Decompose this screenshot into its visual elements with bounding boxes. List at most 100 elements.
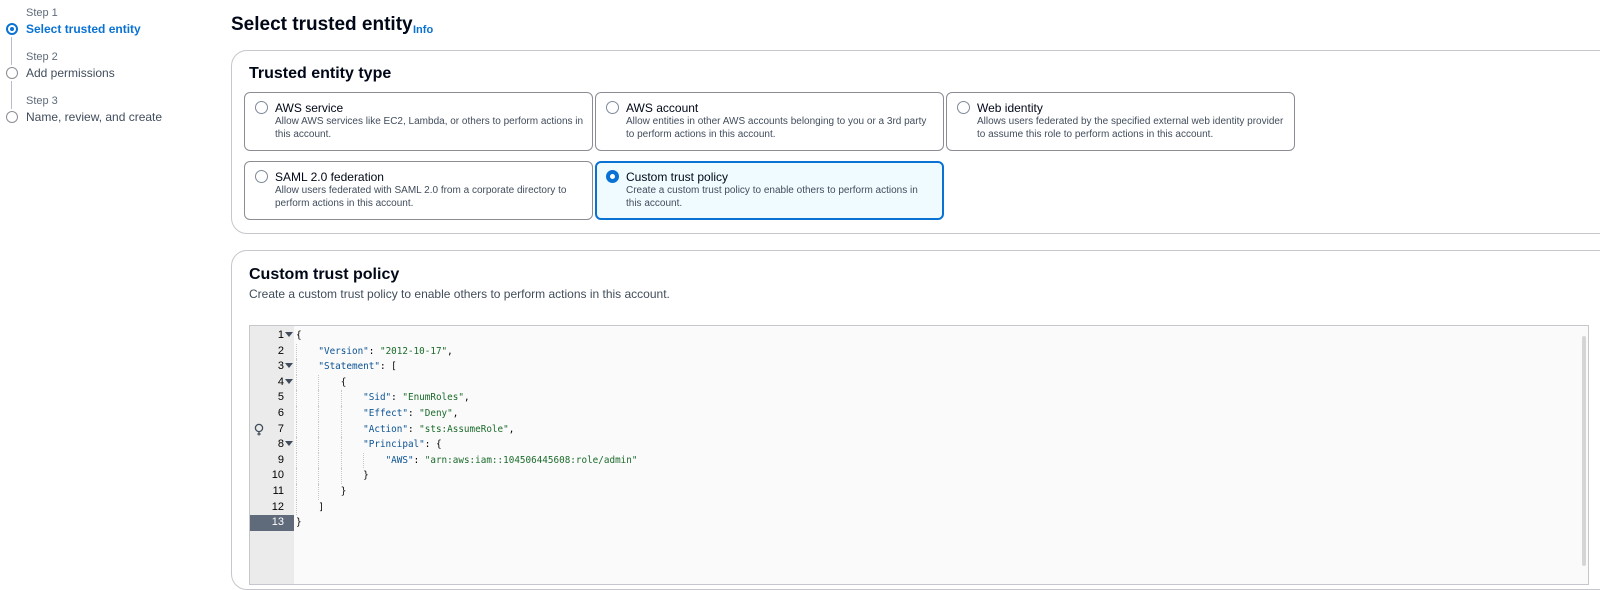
custom-trust-policy-title: Custom trust policy [249,266,400,283]
editor-code-area[interactable]: { "Version": "2012-10-17", "Statement": … [294,326,1588,584]
lightbulb-hint-icon[interactable] [253,423,265,437]
indent-guide [296,452,297,469]
line-number-row: 13 [250,515,294,531]
indent-guide [318,437,320,453]
tile-title: AWS account [626,101,699,115]
tile-description: Allow entities in other AWS accounts bel… [626,116,927,140]
editor-scrollbar[interactable] [1582,336,1586,566]
saml-federation-radio[interactable] [255,170,268,183]
tile-aws-service[interactable]: AWS service Allow AWS services like EC2,… [244,92,593,151]
indent-guide [318,374,320,391]
indent-guide [318,468,320,484]
step-2-label: Add permissions [26,66,115,80]
indent-guide [296,390,297,406]
tile-title: AWS service [275,101,344,115]
tile-description: Allow AWS services like EC2, Lambda, or … [275,116,584,140]
indent-guide [340,468,342,484]
line-number: 12 [271,500,284,513]
step-3-number: Step 3 [26,95,58,107]
fold-toggle-icon[interactable] [285,332,293,337]
indent-guide [296,437,297,453]
line-number: 9 [277,453,284,466]
code-line: { [296,376,347,388]
tile-description: Allow users federated with SAML 2.0 from… [275,185,567,209]
indent-guide [318,406,320,422]
step-2-number: Step 2 [26,51,58,63]
line-number-row: 4 [250,375,294,391]
custom-trust-policy-panel: Custom trust policy Create a custom trus… [231,250,1600,590]
code-line: "Sid": "EnumRoles", [363,392,470,404]
tile-description: Create a custom trust policy to enable o… [626,185,918,209]
indent-guide [318,484,320,500]
indent-guide [318,452,320,469]
code-line: } [296,470,369,482]
indent-guide [296,359,297,375]
code-line: "AWS": "arn:aws:iam::104506445608:role/a… [385,454,638,466]
fold-toggle-icon[interactable] [285,363,293,369]
code-line: "Version": "2012-10-17", [318,345,453,357]
line-number-row: 9 [250,453,294,469]
code-line: "Action": "sts:AssumeRole", [363,423,515,435]
indent-guide [318,390,320,406]
indent-guide [340,390,342,406]
line-number-row: 11 [250,484,294,500]
tile-description: Allows users federated by the specified … [977,116,1284,140]
line-number-row: 5 [250,390,294,406]
tile-title: Web identity [977,101,1043,115]
info-link[interactable]: Info [413,24,433,36]
page-title: Select trusted entity [231,14,413,35]
step-3-label: Name, review, and create [26,110,163,124]
aws-account-radio[interactable] [606,101,619,114]
indent-guide [340,406,342,422]
tile-custom-trust-policy[interactable]: Custom trust policy Create a custom trus… [595,161,944,220]
fold-toggle-icon[interactable] [285,441,293,447]
indent-guide [340,421,342,438]
code-line: "Effect": "Deny", [363,408,459,419]
line-number: 13 [271,516,284,529]
code-line: } [296,517,302,529]
indent-guide [340,437,342,453]
line-number: 3 [277,360,284,373]
indent-guide [296,343,297,360]
indent-guide [340,452,342,469]
line-number-row: 6 [250,406,294,422]
indent-guide [296,484,297,500]
step-1-current-icon [6,23,18,35]
indent-guide [296,421,297,438]
line-number-row: 7 [250,422,294,438]
tile-title: Custom trust policy [626,170,729,184]
step-connector [11,37,12,65]
code-line: } [296,486,347,497]
step-3-pending-icon [6,111,18,123]
line-number-row: 1 [250,328,294,344]
line-number: 1 [277,329,284,341]
custom-trust-policy-radio[interactable] [606,170,619,183]
fold-toggle-icon[interactable] [285,378,293,384]
web-identity-radio[interactable] [957,101,970,114]
indent-guide [296,468,297,484]
line-number: 6 [277,407,284,419]
line-number: 11 [272,485,284,497]
tile-aws-account[interactable]: AWS account Allow entities in other AWS … [595,92,944,151]
line-number: 5 [277,391,284,404]
indent-guide [363,452,365,469]
policy-code-editor[interactable]: 1 2 3 4 5 6 7 8 9 10 11 12 13 { "Version": "2012-10-… [249,325,1589,585]
tile-web-identity[interactable]: Web identity Allows users federated by t… [946,92,1295,151]
line-number-row: 8 [250,437,294,453]
step-2-pending-icon [6,67,18,79]
aws-service-radio[interactable] [255,101,268,114]
step-connector [11,81,12,109]
indent-guide [296,374,297,391]
code-line: { [296,330,302,341]
editor-gutter: 1 2 3 4 5 6 7 8 9 10 11 12 13 [250,326,294,584]
trusted-entity-type-panel: Trusted entity type AWS service Allow AW… [231,50,1600,234]
line-number-row: 12 [250,500,294,516]
step-1-label[interactable]: Select trusted entity [26,22,141,36]
tile-saml-federation[interactable]: SAML 2.0 federation Allow users federate… [244,161,593,220]
line-number: 8 [277,438,284,451]
line-number-row: 3 [250,359,294,375]
code-line: ] [296,501,324,513]
indent-guide [296,499,297,516]
line-number: 10 [271,469,284,482]
line-number: 2 [277,344,284,357]
